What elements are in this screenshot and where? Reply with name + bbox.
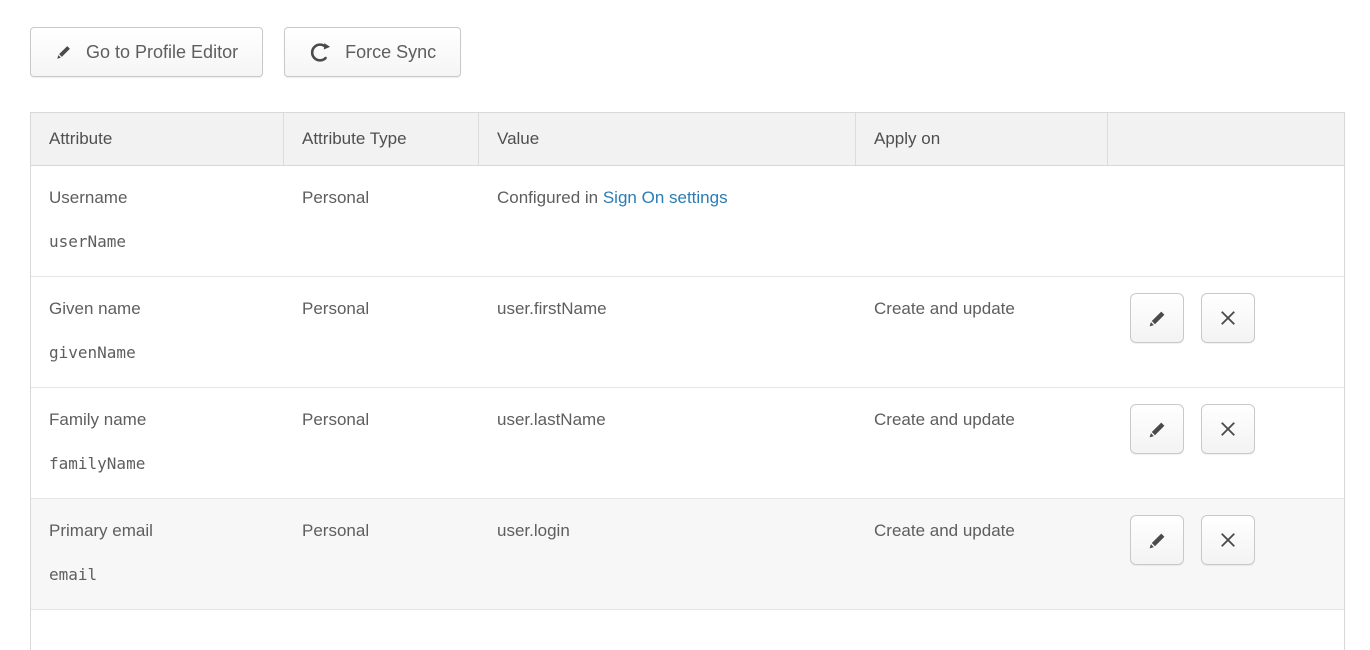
- header-apply-on: Apply on: [856, 113, 1108, 165]
- attribute-label: Username: [49, 188, 272, 208]
- table-header-row: Attribute Attribute Type Value Apply on: [31, 113, 1344, 166]
- delete-attribute-button[interactable]: [1201, 404, 1255, 454]
- value-cell: user.lastName: [479, 388, 856, 498]
- table-row-partial: [31, 610, 1344, 650]
- delete-attribute-button[interactable]: [1201, 293, 1255, 343]
- attribute-cell: Username userName: [31, 166, 284, 276]
- attribute-name: userName: [49, 232, 272, 251]
- header-attribute: Attribute: [31, 113, 284, 165]
- apply-on-cell: Create and update: [856, 388, 1108, 498]
- toolbar: Go to Profile Editor Force Sync: [30, 27, 461, 77]
- attribute-label: Primary email: [49, 521, 272, 541]
- attribute-label: Given name: [49, 299, 272, 319]
- edit-attribute-button[interactable]: [1130, 293, 1184, 343]
- attribute-mappings-table: Attribute Attribute Type Value Apply on …: [30, 112, 1345, 650]
- attribute-cell: Family name familyName: [31, 388, 284, 498]
- actions-cell: [1108, 388, 1344, 498]
- attribute-type-cell: Personal: [284, 277, 479, 387]
- go-to-profile-editor-button[interactable]: Go to Profile Editor: [30, 27, 263, 77]
- table-row-given-name: Given name givenName Personal user.first…: [31, 277, 1344, 388]
- close-icon: [1218, 419, 1238, 439]
- actions-cell: [1108, 277, 1344, 387]
- actions-cell: [1108, 499, 1344, 609]
- attribute-cell: Given name givenName: [31, 277, 284, 387]
- close-icon: [1218, 530, 1238, 550]
- apply-on-cell: Create and update: [856, 499, 1108, 609]
- header-actions: [1108, 113, 1344, 165]
- close-icon: [1218, 308, 1238, 328]
- pencil-icon: [1147, 530, 1168, 551]
- apply-on-cell: [856, 166, 1108, 276]
- attribute-cell: Primary email email: [31, 499, 284, 609]
- edit-attribute-button[interactable]: [1130, 515, 1184, 565]
- delete-attribute-button[interactable]: [1201, 515, 1255, 565]
- attribute-type-cell: Personal: [284, 499, 479, 609]
- actions-cell: [1108, 166, 1344, 276]
- force-sync-label: Force Sync: [345, 42, 436, 63]
- value-cell: user.firstName: [479, 277, 856, 387]
- force-sync-button[interactable]: Force Sync: [284, 27, 461, 77]
- sign-on-settings-link[interactable]: Sign On settings: [603, 188, 728, 207]
- value-cell: user.login: [479, 499, 856, 609]
- attribute-name: email: [49, 565, 272, 584]
- header-value: Value: [479, 113, 856, 165]
- edit-attribute-button[interactable]: [1130, 404, 1184, 454]
- go-to-profile-editor-label: Go to Profile Editor: [86, 42, 238, 63]
- attribute-type-cell: Personal: [284, 388, 479, 498]
- attribute-name: familyName: [49, 454, 272, 473]
- table-row-username: Username userName Personal Configured in…: [31, 166, 1344, 277]
- attribute-type-cell: Personal: [284, 166, 479, 276]
- header-attribute-type: Attribute Type: [284, 113, 479, 165]
- attribute-label: Family name: [49, 410, 272, 430]
- value-cell: Configured in Sign On settings: [479, 166, 856, 276]
- value-prefix: Configured in: [497, 188, 603, 207]
- refresh-icon: [309, 41, 332, 64]
- apply-on-cell: Create and update: [856, 277, 1108, 387]
- table-row-primary-email: Primary email email Personal user.login …: [31, 499, 1344, 610]
- pencil-icon: [1147, 419, 1168, 440]
- pencil-icon: [55, 43, 73, 61]
- table-row-family-name: Family name familyName Personal user.las…: [31, 388, 1344, 499]
- attribute-name: givenName: [49, 343, 272, 362]
- pencil-icon: [1147, 308, 1168, 329]
